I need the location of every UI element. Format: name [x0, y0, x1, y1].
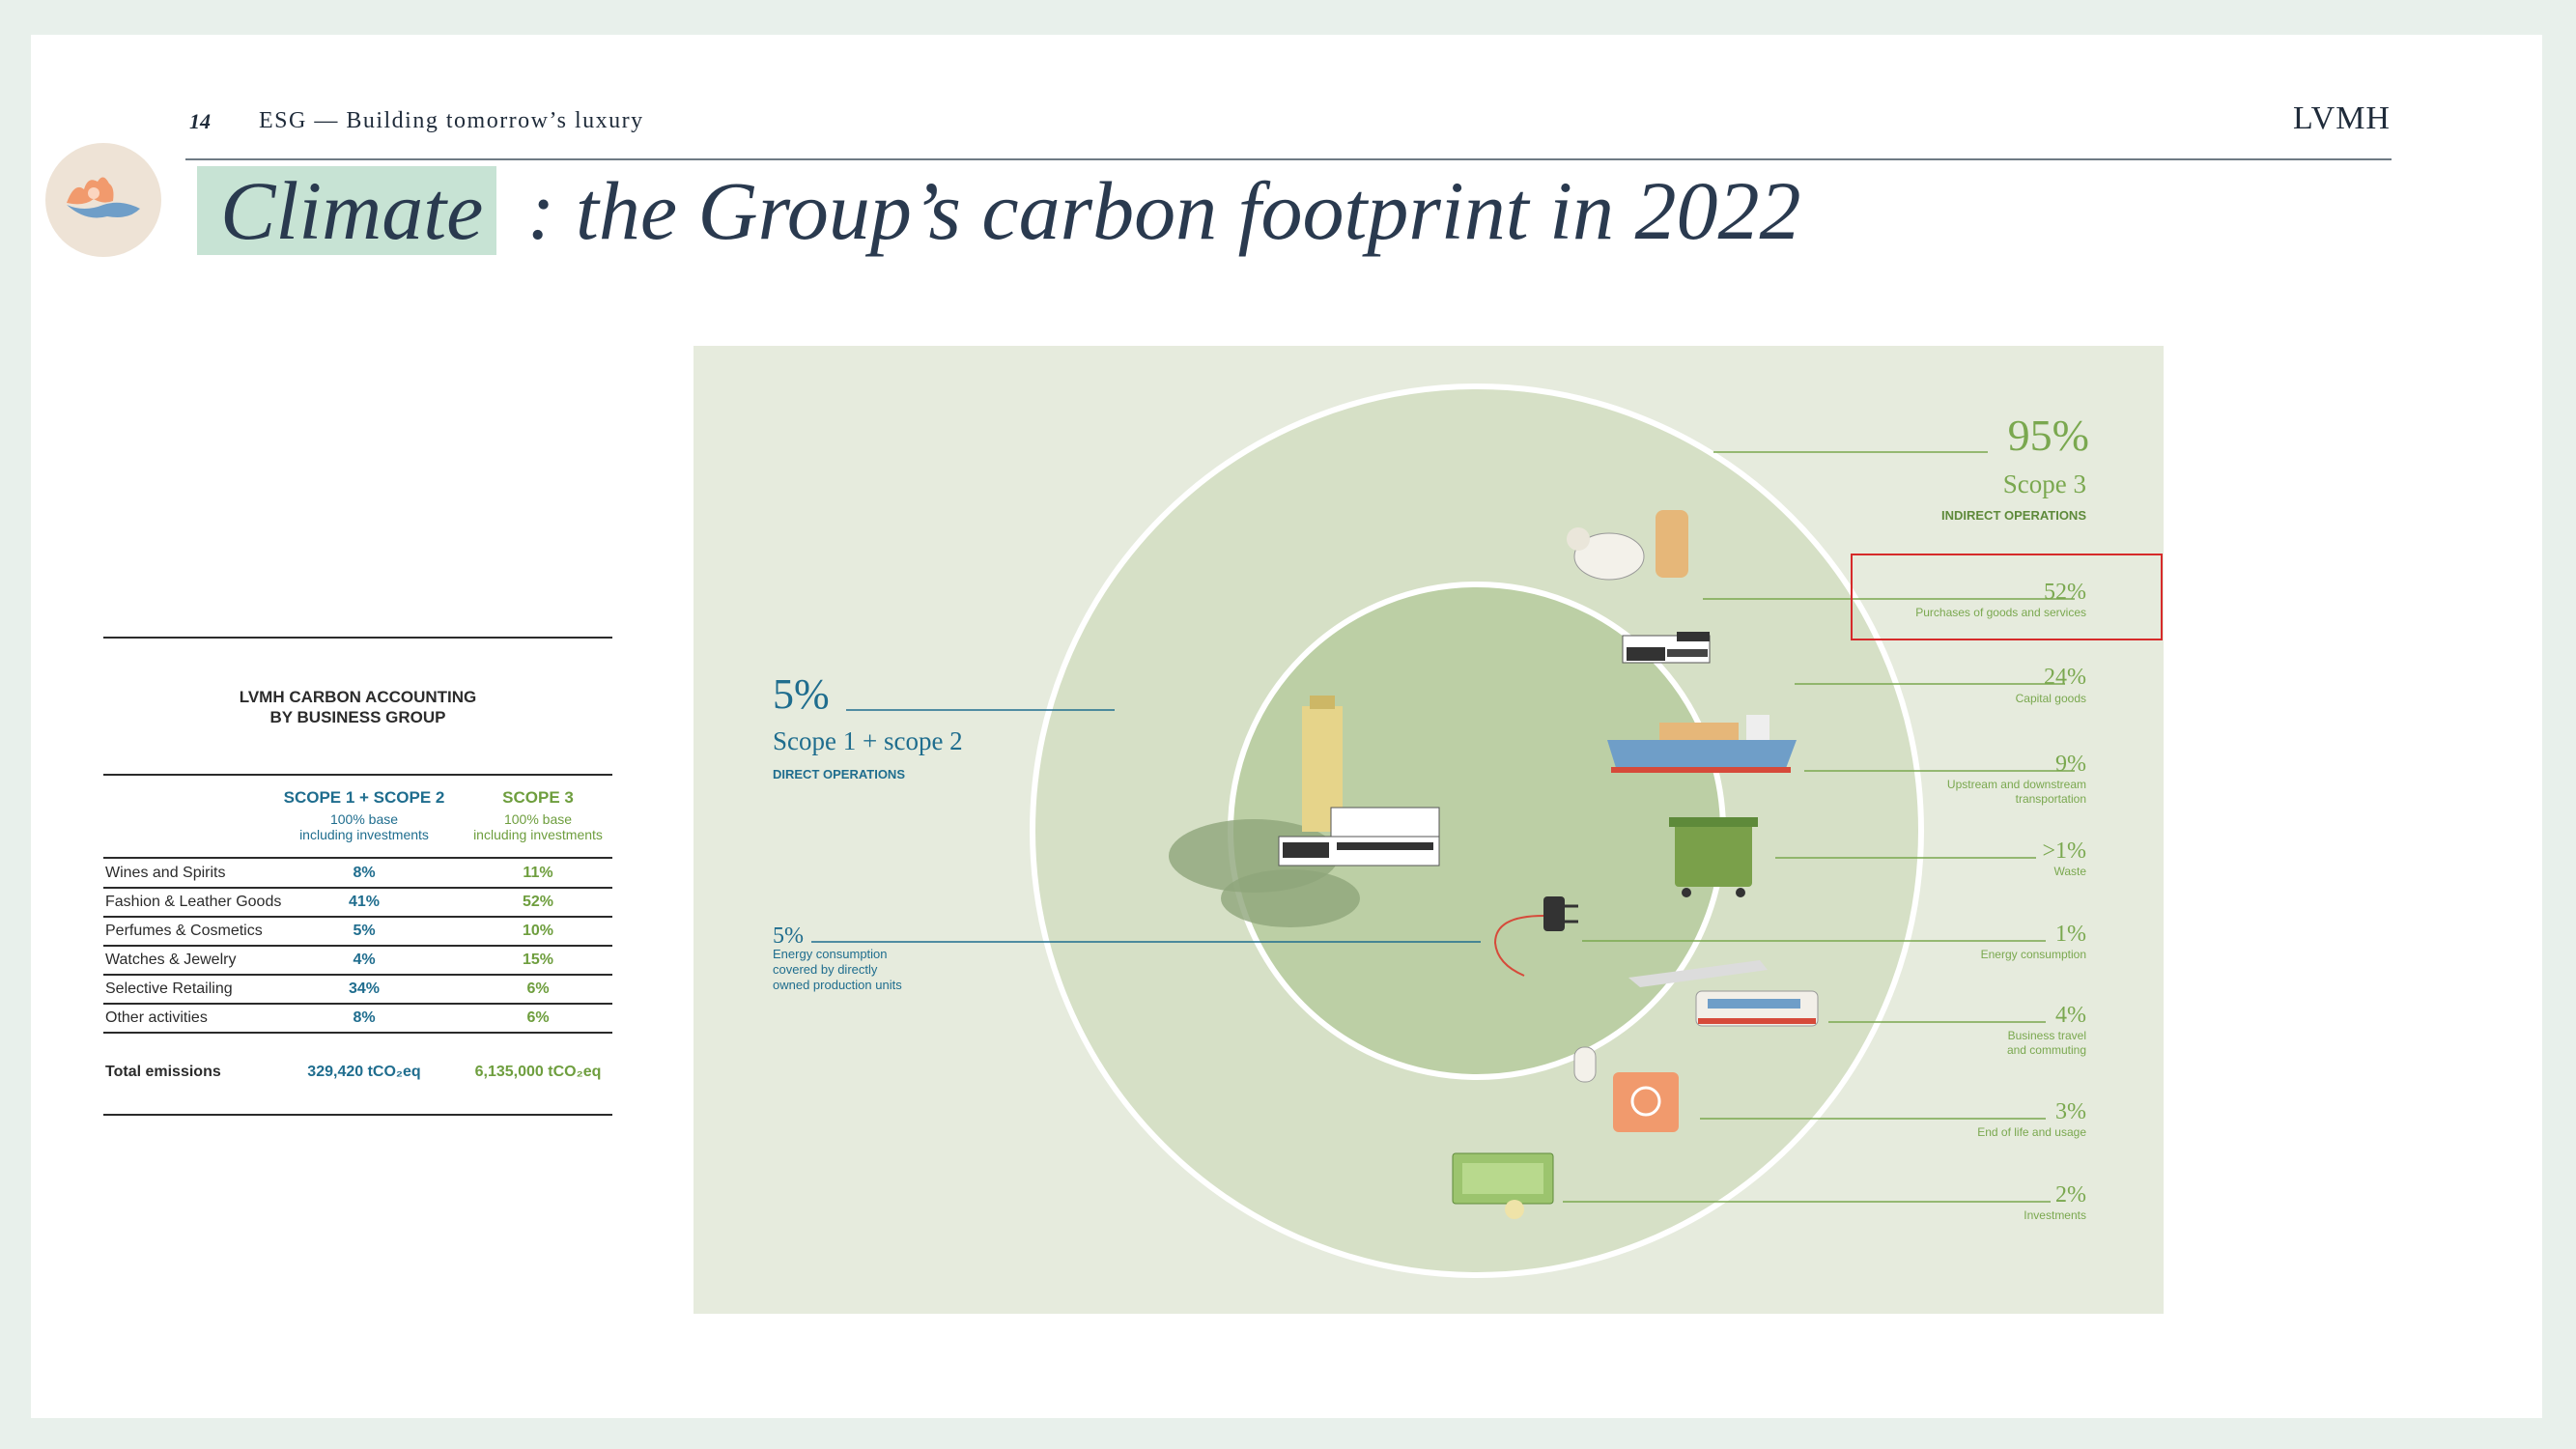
carbon-footprint-infographic: 95% Scope 3 INDIRECT OPERATIONS 5% Scope…	[694, 346, 2164, 1314]
item-percent: 2%	[2055, 1182, 2086, 1208]
selection-highlight-box	[1851, 554, 2163, 640]
col-scope12-sub2: including investments	[299, 827, 429, 842]
item-label-line2: and commuting	[2007, 1043, 2086, 1057]
row-label: Fashion & Leather Goods	[105, 894, 282, 910]
item-label: Capital goods	[2016, 692, 2086, 705]
table-row: Perfumes & Cosmetics 5% 10%	[103, 917, 612, 947]
brand-logo: LVMH	[2293, 100, 2391, 136]
table-title-line1: LVMH CARBON ACCOUNTING	[239, 688, 477, 706]
scope3-percent: 95%	[2008, 411, 2089, 460]
row-scope12: 41%	[348, 894, 381, 910]
row-label: Other activities	[105, 1009, 208, 1026]
table-row: Wines and Spirits 8% 11%	[103, 859, 612, 889]
buildings-illustration	[1622, 632, 1711, 664]
energy-left-line1: Energy consumption	[773, 947, 888, 961]
col-scope3-header: SCOPE 3	[502, 788, 574, 807]
row-scope12: 34%	[348, 980, 381, 997]
item-label: Waste	[2053, 865, 2086, 878]
col-scope3-sub1: 100% base	[503, 811, 573, 827]
title-highlight-word: Climate	[220, 164, 484, 257]
item-percent: 3%	[2055, 1099, 2086, 1124]
row-scope12: 4%	[353, 952, 376, 968]
total-scope3: 6,135,000 tCO₂eq	[474, 1064, 602, 1080]
energy-left-line2: covered by directly	[773, 962, 878, 977]
item-percent: 24%	[2044, 665, 2086, 690]
row-label: Selective Retailing	[105, 980, 233, 997]
row-scope3: 11%	[523, 865, 553, 881]
title-rest: the Group’s carbon footprint in 2022	[575, 164, 1801, 257]
row-label: Wines and Spirits	[105, 865, 226, 881]
table-row: Fashion & Leather Goods 41% 52%	[103, 888, 612, 918]
waste-bin-illustration	[1669, 817, 1758, 897]
row-scope3: 52%	[522, 894, 554, 910]
table-bottom-rule	[103, 1114, 612, 1116]
row-scope12: 5%	[353, 923, 376, 939]
row-scope3: 15%	[522, 952, 554, 968]
total-label: Total emissions	[105, 1064, 221, 1080]
table-row: Watches & Jewelry 4% 15%	[103, 946, 612, 976]
row-scope3: 10%	[522, 923, 554, 939]
row-scope12: 8%	[353, 1009, 376, 1026]
item-percent: 1%	[2055, 922, 2086, 947]
item-label: Upstream and downstream	[1947, 778, 2086, 791]
item-label: Energy consumption	[1981, 948, 2086, 961]
scope12-sub: DIRECT OPERATIONS	[773, 767, 905, 781]
item-percent: 4%	[2055, 1003, 2086, 1028]
table-row: Other activities 8% 6%	[103, 1004, 612, 1034]
row-label: Perfumes & Cosmetics	[105, 923, 263, 939]
col-scope12-header: SCOPE 1 + SCOPE 2	[283, 788, 445, 807]
row-label: Watches & Jewelry	[105, 952, 237, 968]
col-scope12-sub1: 100% base	[329, 811, 399, 827]
table-top-rule	[103, 637, 612, 639]
table-row: Selective Retailing 34% 6%	[103, 975, 612, 1005]
item-label: Business travel	[2008, 1029, 2086, 1042]
item-percent: 9%	[2055, 752, 2086, 777]
total-scope12: 329,420 tCO₂eq	[307, 1064, 421, 1080]
climate-topic-icon	[45, 143, 161, 257]
scope12-percent: 5%	[773, 670, 830, 718]
title-separator: :	[526, 164, 555, 257]
scope12-label: Scope 1 + scope 2	[773, 726, 963, 755]
page-title: Climate : the Group’s carbon footprint i…	[220, 166, 1801, 255]
page-number: 14	[189, 109, 211, 133]
item-label-line2: transportation	[2016, 792, 2086, 806]
scope3-sub: INDIRECT OPERATIONS	[1941, 508, 2086, 523]
section-title: ESG — Building tomorrow’s luxury	[259, 108, 644, 133]
row-scope12: 8%	[353, 865, 376, 881]
energy-left-line3: owned production units	[773, 978, 902, 992]
item-label: End of life and usage	[1977, 1125, 2086, 1139]
header-divider	[185, 158, 2392, 160]
row-scope3: 6%	[526, 980, 550, 997]
item-percent: >1%	[2042, 838, 2086, 864]
row-scope3: 6%	[526, 1009, 550, 1026]
energy-left-percent: 5%	[773, 923, 804, 949]
table-title-line2: BY BUSINESS GROUP	[269, 708, 446, 726]
scope3-label: Scope 3	[2003, 469, 2086, 498]
col-scope3-sub2: including investments	[473, 827, 603, 842]
item-label: Investments	[2024, 1208, 2086, 1222]
table-rule	[103, 774, 612, 776]
